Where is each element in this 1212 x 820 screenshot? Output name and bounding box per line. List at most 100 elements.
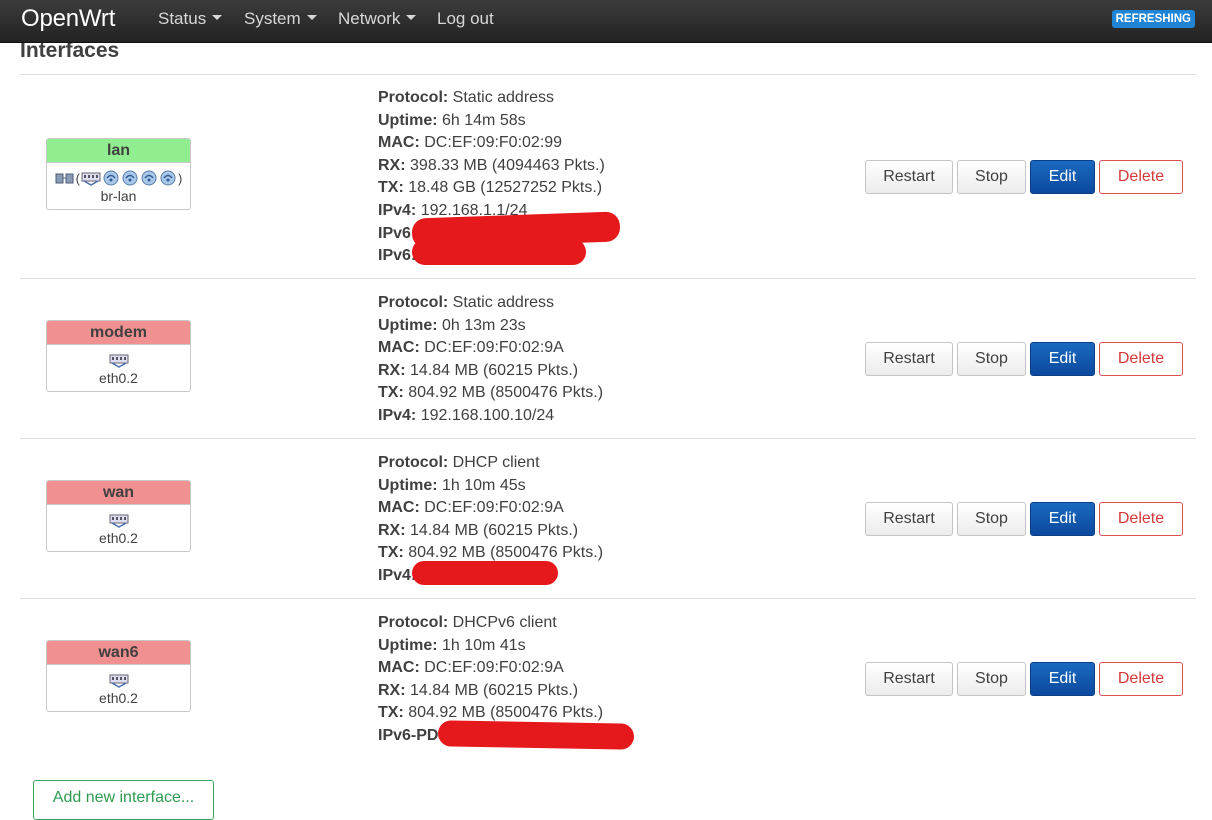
menu-network-label: Network — [338, 9, 401, 28]
edit-button[interactable]: Edit — [1030, 662, 1095, 696]
tx-label: TX: — [378, 704, 404, 722]
row-actions: Restart Stop Edit Delete — [865, 662, 1183, 696]
interface-row-modem: modem eth0.2 Protocol: Static address Up… — [20, 279, 1196, 439]
restart-button[interactable]: Restart — [865, 342, 953, 376]
tx-label: TX: — [378, 179, 404, 197]
edit-button[interactable]: Edit — [1030, 342, 1095, 376]
device-name: eth0.2 — [99, 690, 138, 706]
tx-value: 18.48 GB (12527252 Pkts.) — [408, 179, 603, 197]
uptime-label: Uptime: — [378, 476, 438, 494]
ethernet-port-icon — [81, 172, 101, 186]
protocol-label: Protocol: — [378, 614, 449, 631]
delete-button[interactable]: Delete — [1099, 502, 1183, 536]
ipv4-label: IPv4: — [378, 406, 417, 424]
interface-name: lan — [47, 139, 190, 163]
restart-button[interactable]: Restart — [865, 160, 953, 194]
restart-button[interactable]: Restart — [865, 502, 953, 536]
menu-logout[interactable]: Log out — [437, 9, 494, 29]
interface-badge-wan: wan eth0.2 — [46, 480, 191, 552]
tx-label: TX: — [378, 384, 404, 402]
rx-label: RX: — [378, 156, 406, 174]
interface-badge-lan: lan ( ) br-lan — [46, 138, 191, 210]
paren-close: ) — [178, 170, 183, 186]
delete-button[interactable]: Delete — [1099, 160, 1183, 194]
stop-button[interactable]: Stop — [957, 662, 1026, 696]
interface-badge-wan6: wan6 eth0.2 — [46, 640, 191, 712]
refreshing-badge[interactable]: REFRESHING — [1111, 10, 1195, 28]
uptime-label: Uptime: — [378, 316, 438, 334]
delete-button[interactable]: Delete — [1099, 662, 1183, 696]
status-line: RX: 14.84 MB (60215 Pkts.) — [378, 360, 603, 383]
protocol-label: Protocol: — [378, 89, 449, 106]
ethernet-port-icon — [109, 674, 128, 688]
protocol-value: Static address — [452, 294, 555, 311]
menu-status[interactable]: Status — [158, 9, 223, 29]
interface-row-wan: wan eth0.2 Protocol: DHCP client Uptime:… — [20, 439, 1196, 599]
ipv6-label: IPv6: — [378, 224, 417, 242]
mac-label: MAC: — [378, 499, 420, 517]
menu-logout-label: Log out — [437, 9, 494, 28]
status-line: Uptime: 1h 10m 45s — [378, 475, 603, 498]
uptime-value: 1h 10m 41s — [442, 636, 526, 654]
wifi-icon — [160, 170, 176, 186]
uptime-value: 1h 10m 45s — [442, 476, 526, 494]
menu-system[interactable]: System — [244, 9, 317, 29]
edit-button[interactable]: Edit — [1030, 502, 1095, 536]
ipv4-label: IPv4: — [378, 566, 417, 584]
tx-value: 804.92 MB (8500476 Pkts.) — [408, 704, 604, 722]
redaction-mark — [437, 720, 635, 750]
device-name: eth0.2 — [99, 370, 138, 386]
stop-button[interactable]: Stop — [957, 502, 1026, 536]
paren-open: ( — [75, 170, 80, 186]
status-line: IPv4: 192.168.100.10/24 — [378, 405, 603, 428]
menu-system-label: System — [244, 9, 301, 28]
status-line: MAC: DC:EF:09:F0:02:9A — [378, 657, 603, 680]
uptime-label: Uptime: — [378, 636, 438, 654]
status-line: RX: 14.84 MB (60215 Pkts.) — [378, 520, 603, 543]
device-icons — [47, 670, 190, 690]
device-name: br-lan — [100, 188, 137, 204]
status-line: TX: 18.48 GB (12527252 Pkts.) — [378, 177, 605, 200]
interface-row-wan6: wan6 eth0.2 Protocol: DHCPv6 client Upti… — [20, 599, 1196, 759]
status-line: RX: 398.33 MB (4094463 Pkts.) — [378, 155, 605, 178]
add-interface-button[interactable]: Add new interface... — [33, 780, 214, 820]
mac-label: MAC: — [378, 134, 420, 152]
status-line: Protocol: DHCP client — [378, 452, 603, 475]
status-line: MAC: DC:EF:09:F0:02:99 — [378, 132, 605, 155]
row-actions: Restart Stop Edit Delete — [865, 502, 1183, 536]
status-line: RX: 14.84 MB (60215 Pkts.) — [378, 680, 603, 703]
protocol-value: DHCPv6 client — [452, 614, 557, 631]
stop-button[interactable]: Stop — [957, 342, 1026, 376]
ipv4-label: IPv4: — [378, 201, 417, 219]
uptime-label: Uptime: — [378, 111, 438, 129]
brand-logo[interactable]: OpenWrt — [21, 5, 115, 33]
interface-badge-modem: modem eth0.2 — [46, 320, 191, 392]
status-line: Protocol: Static address — [378, 87, 605, 110]
status-line: Protocol: DHCPv6 client — [378, 612, 603, 635]
tx-label: TX: — [378, 544, 404, 562]
ipv4-value: 192.168.100.10/24 — [420, 406, 555, 424]
device-icons: ( ) — [47, 168, 190, 188]
wifi-icon — [122, 170, 138, 186]
interface-name: modem — [47, 321, 190, 345]
interface-name: wan — [47, 481, 190, 505]
ethernet-port-icon — [109, 354, 128, 368]
rx-label: RX: — [378, 681, 406, 699]
protocol-label: Protocol: — [378, 454, 449, 471]
restart-button[interactable]: Restart — [865, 662, 953, 696]
row-actions: Restart Stop Edit Delete — [865, 342, 1183, 376]
edit-button[interactable]: Edit — [1030, 160, 1095, 194]
ipv6pd-label: IPv6-PD: — [378, 726, 444, 744]
stop-button[interactable]: Stop — [957, 160, 1026, 194]
mac-value: DC:EF:09:F0:02:9A — [424, 659, 564, 677]
chevron-down-icon — [406, 15, 417, 21]
bridge-icon — [55, 173, 74, 184]
rx-value: 14.84 MB (60215 Pkts.) — [410, 521, 579, 539]
menu-network[interactable]: Network — [338, 9, 417, 29]
mac-label: MAC: — [378, 659, 420, 677]
status-line: MAC: DC:EF:09:F0:02:9A — [378, 497, 603, 520]
mac-label: MAC: — [378, 339, 420, 357]
redaction-mark — [412, 239, 586, 265]
device-name: eth0.2 — [99, 530, 138, 546]
delete-button[interactable]: Delete — [1099, 342, 1183, 376]
